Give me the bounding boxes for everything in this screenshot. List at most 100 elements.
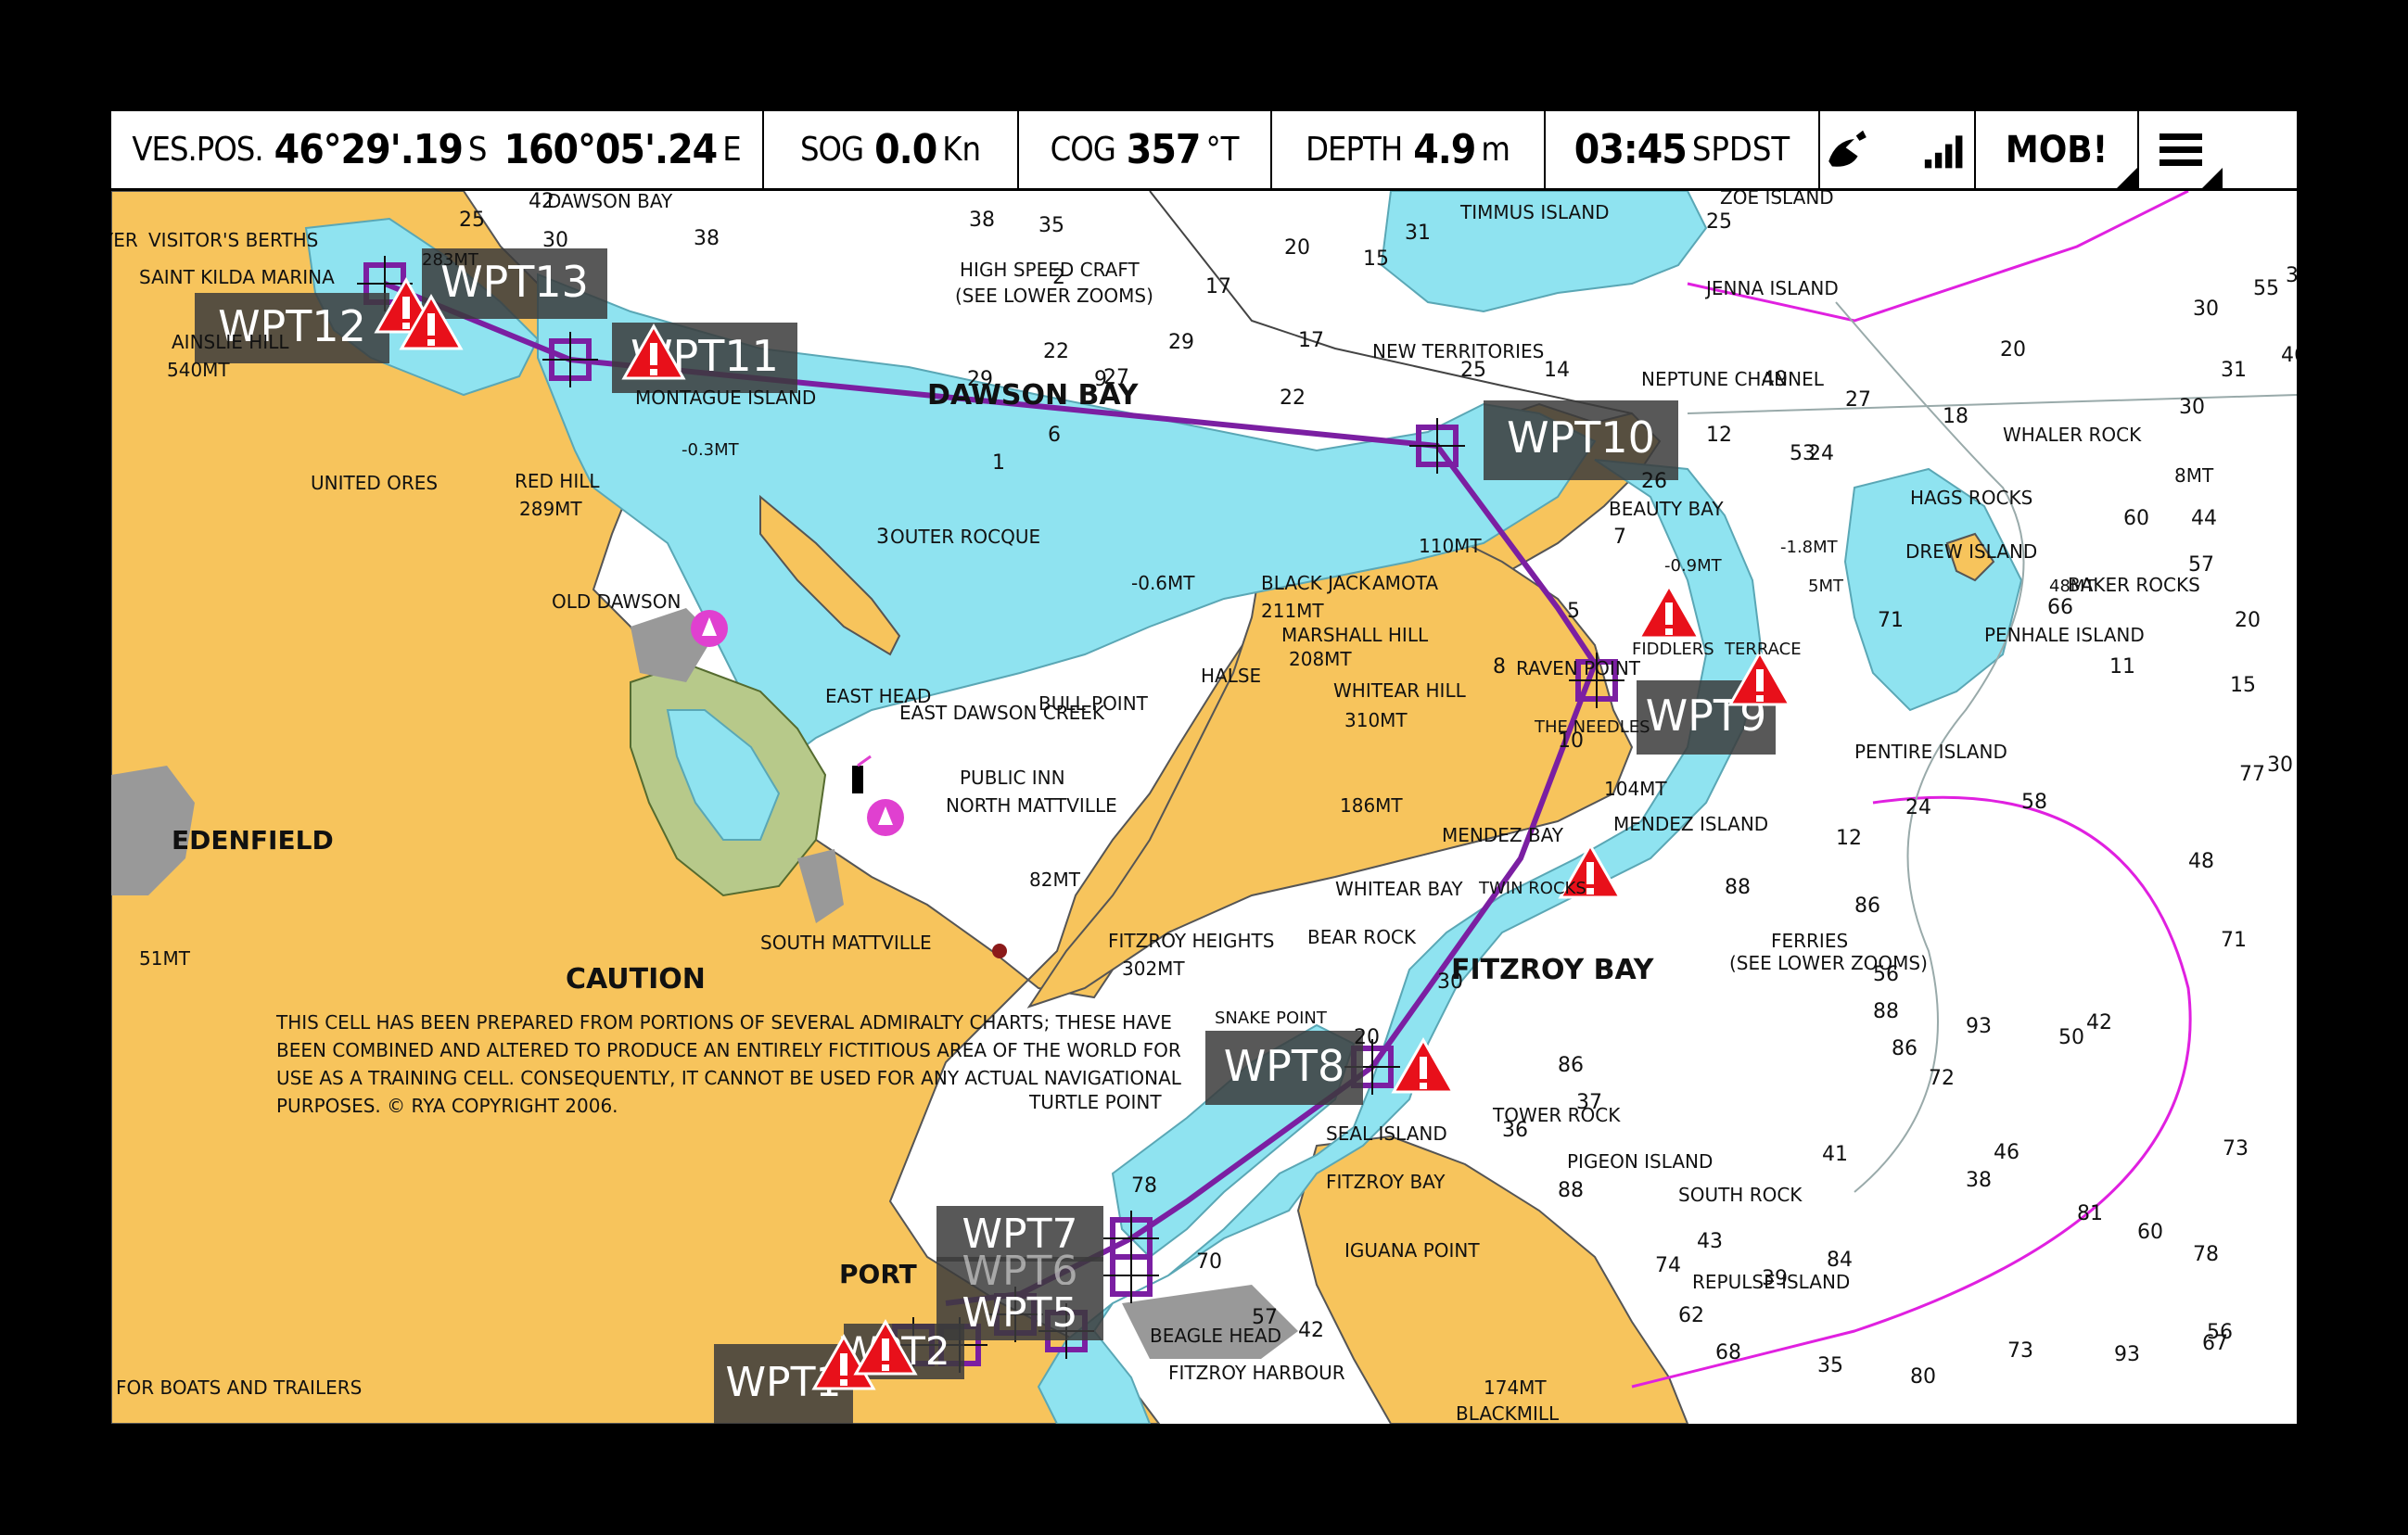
height-minus-03mt: -0.3MT xyxy=(682,440,740,460)
depth-cell[interactable]: DEPTH 4.9 m xyxy=(1272,111,1546,188)
depth-sounding: 39 xyxy=(1762,1267,1788,1290)
depth-sounding: 86 xyxy=(1892,1037,1917,1060)
height-51mt: 51MT xyxy=(139,947,191,970)
waypoint-label-wpt8[interactable]: WPT8 xyxy=(1205,1031,1363,1105)
depth-sounding: 29 xyxy=(967,368,993,391)
height-283mt: 283MT xyxy=(422,250,479,270)
depth-sounding: 68 xyxy=(1715,1341,1741,1364)
place-blackmill: BLACKMILL xyxy=(1456,1402,1560,1424)
place-beauty-bay: BEAUTY BAY xyxy=(1609,498,1724,520)
depth-sounding: 27 xyxy=(1845,388,1871,412)
depth-sounding: 57 xyxy=(2188,553,2214,577)
waypoint-wpt6-marker[interactable] xyxy=(1103,1248,1159,1303)
cog-value: 357 xyxy=(1126,126,1202,173)
height-48mt: 48MT xyxy=(2049,577,2096,596)
place-black-jack: BLACK JACK xyxy=(1261,572,1371,594)
depth-sounding: 73 xyxy=(2223,1137,2249,1161)
place-south-mattville: SOUTH MATTVILLE xyxy=(760,932,932,954)
depth-sounding: 42 xyxy=(1298,1319,1324,1342)
place-old-dawson: OLD DAWSON xyxy=(552,590,681,613)
place-black-jack-height: 211MT xyxy=(1261,600,1324,622)
place-iguana: IGUANA POINT xyxy=(1344,1239,1480,1262)
place-neptune: NEPTUNE CHANNEL xyxy=(1641,368,1825,390)
waypoint-wpt10-marker[interactable] xyxy=(1409,418,1465,474)
depth-sounding: 20 xyxy=(1354,1026,1380,1049)
depth-sounding: 12 xyxy=(1706,424,1732,447)
depth-sounding: 20 xyxy=(2000,338,2026,362)
place-pigeon: PIGEON ISLAND xyxy=(1567,1150,1713,1173)
place-red-hill-height: 289MT xyxy=(519,498,582,520)
depth-sounding: 66 xyxy=(2047,596,2073,619)
wpt10-text: WPT10 xyxy=(1507,412,1655,463)
depth-sounding: 36 xyxy=(1502,1119,1528,1142)
depth-sounding: 15 xyxy=(2230,674,2256,697)
place-jenna: JENNA ISLAND xyxy=(1704,277,1839,299)
height-8mt: 8MT xyxy=(2174,464,2214,487)
depth-sounding: 37 xyxy=(1576,1091,1602,1114)
place-united-ores: UNITED ORES xyxy=(311,472,438,494)
depth-sounding: 22 xyxy=(1043,340,1069,363)
time-value: 03:45 xyxy=(1573,126,1688,173)
depth-sounding: 48 xyxy=(2188,850,2214,873)
depth-sounding: 71 xyxy=(2221,929,2247,952)
depth-sounding: 30 xyxy=(2267,754,2293,777)
depth-sounding: 20 xyxy=(2235,609,2261,632)
height-5mt: 5MT xyxy=(1808,577,1844,596)
menu-button[interactable] xyxy=(2139,111,2223,188)
place-mendez-bay: MENDEZ BAY xyxy=(1442,824,1564,846)
place-seal-island: SEAL ISLAND xyxy=(1326,1123,1447,1145)
latitude-value: 46°29'.19 xyxy=(274,126,464,173)
longitude-value: 160°05'.24 xyxy=(503,126,718,173)
sog-label: SOG xyxy=(799,131,864,169)
depth-sounding: 88 xyxy=(1873,1000,1899,1023)
place-fitzroy-heights-height: 302MT xyxy=(1122,958,1185,980)
depth-sounding: 60 xyxy=(2137,1221,2163,1244)
place-fitzroy-heights: FITZROY HEIGHTS xyxy=(1108,930,1274,952)
place-whitear-hill: WHITEAR HILL xyxy=(1333,679,1467,702)
place-fitzroy-harbour: FITZROY HARBOUR xyxy=(1168,1362,1345,1384)
depth-sounding: 14 xyxy=(1544,359,1570,382)
height-minus-18mt: -1.8MT xyxy=(1780,538,1839,557)
place-south-rock: SOUTH ROCK xyxy=(1678,1184,1803,1206)
depth-sounding: 5 xyxy=(1567,600,1580,623)
height-82mt: 82MT xyxy=(1029,869,1081,891)
depth-sounding: 58 xyxy=(2021,791,2047,814)
depth-sounding: 72 xyxy=(1929,1067,1955,1090)
cog-cell[interactable]: COG 357 °T xyxy=(1019,111,1272,188)
sog-value: 0.0 xyxy=(874,126,937,173)
place-red-hill: RED HILL xyxy=(515,470,600,492)
depth-sounding: 22 xyxy=(1280,387,1306,410)
waypoint-wpt11-marker[interactable] xyxy=(542,332,598,387)
vessel-position-cell[interactable]: VES.POS. 46°29'.19 S 160°05'.24 E xyxy=(111,111,764,188)
depth-sounding: 31 xyxy=(1405,222,1431,245)
depth-sounding: 25 xyxy=(1460,359,1486,382)
time-cell[interactable]: 03:45 SPDST xyxy=(1546,111,1820,188)
depth-sounding: 56 xyxy=(2207,1321,2233,1344)
depth-sounding: 49 xyxy=(1762,368,1788,391)
depth-sounding: 30 xyxy=(2179,396,2205,419)
place-raven: RAVEN POINT xyxy=(1516,657,1641,679)
place-north-mattville: NORTH MATTVILLE xyxy=(946,794,1117,817)
place-visitors-berths: VISITOR'S BERTHS xyxy=(148,229,318,251)
caution-line-2: BEEN COMBINED AND ALTERED TO PRODUCE AN … xyxy=(276,1039,1181,1061)
depth-sounding: 55 xyxy=(2253,277,2279,300)
mob-button[interactable]: MOB! xyxy=(1976,111,2139,188)
depth-sounding: 41 xyxy=(1822,1143,1848,1166)
depth-sounding: 12 xyxy=(1836,827,1862,850)
place-terrace: TERRACE xyxy=(1724,640,1802,659)
nautical-chart[interactable]: WPT13 WPT12 WPT11 WPT10 WPT9 WPT8 WPT7 W… xyxy=(111,191,2297,1424)
waypoint-label-wpt10[interactable]: WPT10 xyxy=(1484,400,1678,480)
depth-sounding: 20 xyxy=(1284,236,1310,260)
depth-sounding: 25 xyxy=(1706,210,1732,234)
depth-sounding: 17 xyxy=(1298,329,1324,352)
depth-sounding: 18 xyxy=(1943,405,1968,428)
sog-cell[interactable]: SOG 0.0 Kn xyxy=(764,111,1019,188)
status-bar: VES.POS. 46°29'.19 S 160°05'.24 E SOG 0.… xyxy=(111,111,2297,191)
depth-sounding: 80 xyxy=(1910,1365,1936,1389)
connectivity-cell[interactable] xyxy=(1820,111,1976,188)
place-yer: YER xyxy=(111,229,138,251)
buoy-icon xyxy=(992,944,1007,958)
place-penhale: PENHALE ISLAND xyxy=(1984,624,2145,646)
caution-line-3: USE AS A TRAINING CELL. CONSEQUENTLY, IT… xyxy=(276,1067,1182,1089)
place-dawson-bay-top: DAWSON BAY xyxy=(547,191,673,212)
